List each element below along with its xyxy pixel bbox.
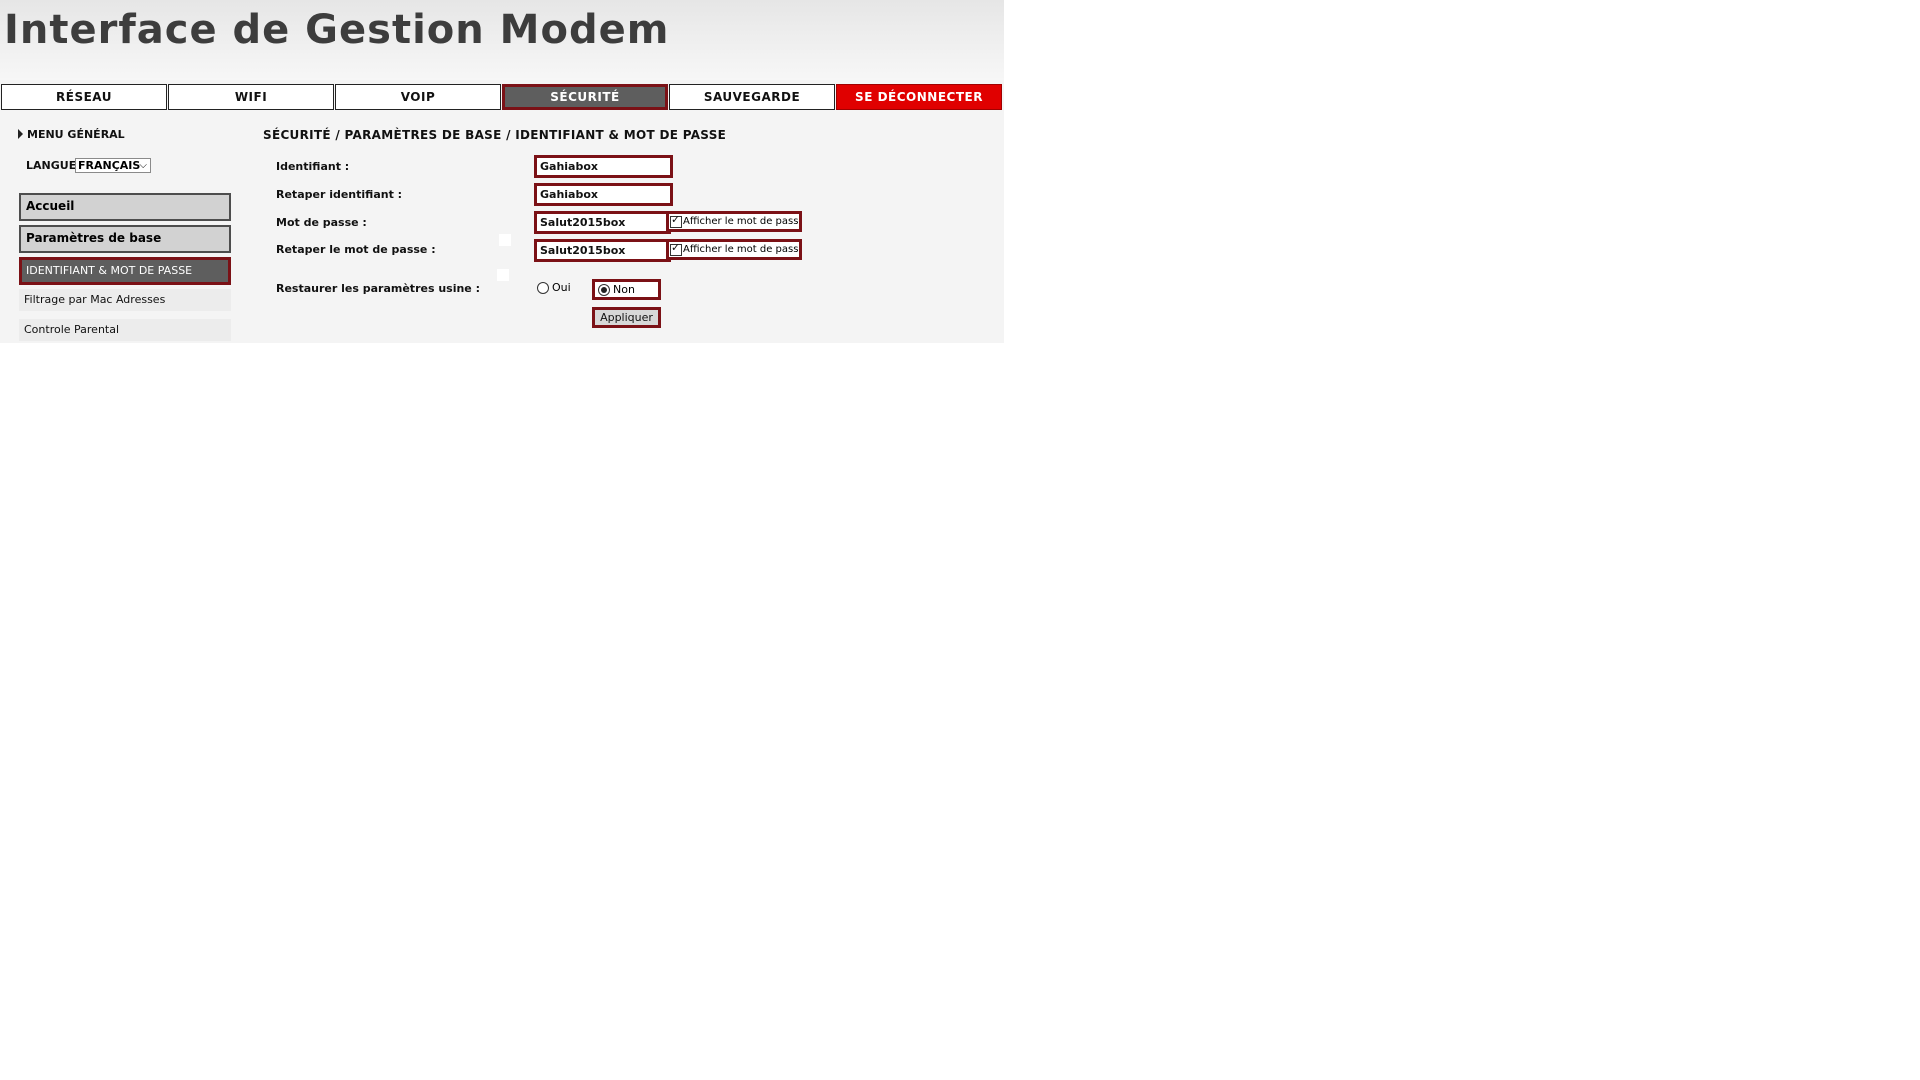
menu-general[interactable]: MENU GÉNÉRAL [18,128,125,141]
checkbox-checked-icon [670,214,682,228]
main-content: SÉCURITÉ / PARAMÈTRES DE BASE / IDENTIFI… [263,120,1003,340]
main-tabs: RÉSEAU WIFI VOIP SÉCURITÉ SAUVEGARDE SE … [0,84,1004,113]
hidden-checkbox-2 [497,269,509,281]
restore-yes-label: Oui [552,281,571,294]
tab-securite[interactable]: SÉCURITÉ [502,84,668,110]
language-select-value: FRANÇAIS [78,159,141,172]
sidebar-item-accueil[interactable]: Accueil [19,193,231,221]
show-password-toggle-2[interactable]: Afficher le mot de passe [666,239,802,260]
tab-sauvegarde[interactable]: SAUVEGARDE [669,84,835,110]
language-label: LANGUE [26,159,77,172]
modem-admin-app: Interface de Gestion Modem RÉSEAU WIFI V… [0,0,1004,343]
restore-label: Restaurer les paramètres usine : [276,282,480,295]
restore-no-radio[interactable]: Non [592,279,661,300]
sidebar-item-controle-parental[interactable]: Controle Parental [19,319,231,341]
restore-yes-radio[interactable]: Oui [537,281,571,294]
show-password-label-2: Afficher le mot de passe [683,244,802,255]
mot-de-passe-label: Mot de passe : [276,216,367,229]
breadcrumb: SÉCURITÉ / PARAMÈTRES DE BASE / IDENTIFI… [263,128,727,142]
header: Interface de Gestion Modem [0,0,1004,80]
retaper-mot-de-passe-label: Retaper le mot de passe : [276,243,436,256]
triangle-right-icon [18,129,23,139]
page-title: Interface de Gestion Modem [4,7,670,53]
mot-de-passe-field[interactable] [534,211,671,234]
sidebar-item-filtrage-mac[interactable]: Filtrage par Mac Adresses [19,289,231,311]
tab-reseau[interactable]: RÉSEAU [1,84,167,110]
retaper-identifiant-field[interactable] [534,183,673,206]
radio-selected-icon [598,283,610,296]
chevron-down-icon: ⌵ [139,160,147,171]
tab-wifi[interactable]: WIFI [168,84,334,110]
retaper-mot-de-passe-field[interactable] [534,239,671,262]
apply-button[interactable]: Appliquer [592,307,661,328]
sidebar-item-parametres-de-base[interactable]: Paramètres de base [19,225,231,253]
retaper-identifiant-label: Retaper identifiant : [276,188,403,201]
language-select[interactable]: FRANÇAIS ⌵ [75,158,151,173]
hidden-checkbox [499,234,511,246]
menu-general-label: MENU GÉNÉRAL [27,128,125,141]
restore-no-label: Non [613,283,635,296]
radio-empty-icon [537,281,549,294]
tab-voip[interactable]: VOIP [335,84,501,110]
sidebar-item-identifiant-mot-de-passe[interactable]: IDENTIFIANT & MOT DE PASSE [19,257,231,285]
identifiant-field[interactable] [534,155,673,178]
identifiant-label: Identifiant : [276,160,350,173]
show-password-toggle[interactable]: Afficher le mot de passe [666,211,802,232]
show-password-label: Afficher le mot de passe [683,216,802,227]
tab-se-deconnecter[interactable]: SE DÉCONNECTER [836,84,1002,110]
checkbox-checked-icon [670,242,682,256]
